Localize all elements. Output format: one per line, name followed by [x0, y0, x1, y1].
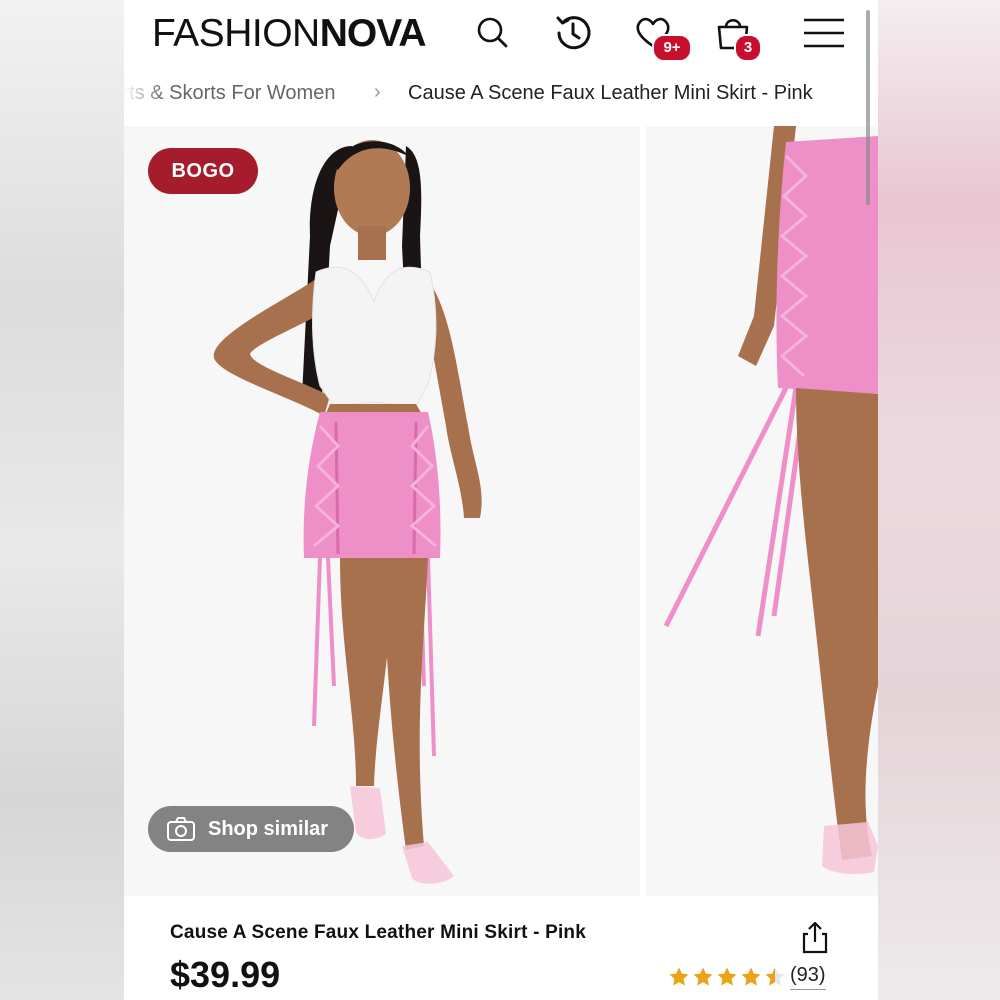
model-illustration — [213, 140, 482, 884]
product-info: Cause A Scene Faux Leather Mini Skirt - … — [124, 896, 878, 1000]
product-price: $39.99 — [170, 954, 281, 995]
product-title: Cause A Scene Faux Leather Mini Skirt - … — [170, 922, 587, 943]
star-icon — [717, 967, 737, 986]
reviews-count-link[interactable]: (93) — [790, 964, 826, 990]
star-icon — [669, 967, 689, 986]
search-icon[interactable] — [470, 10, 516, 56]
logo-text-fashion: FASHION — [152, 12, 320, 55]
blurred-background-left — [0, 0, 124, 1000]
blurred-background-right — [878, 0, 1000, 1000]
recently-viewed-icon[interactable] — [550, 10, 596, 56]
top-header: FASHIONNOVA 9+ 3 — [124, 0, 878, 70]
skirt-detail-illustration — [663, 126, 878, 874]
product-image-secondary[interactable] — [646, 126, 878, 896]
logo-text-nova: NOVA — [319, 12, 427, 55]
camera-icon — [167, 817, 195, 841]
share-icon[interactable] — [800, 920, 830, 954]
scrollbar[interactable] — [866, 10, 870, 205]
wishlist-count-badge: 9+ — [652, 34, 692, 62]
cart-count-badge: 3 — [734, 34, 762, 62]
brand-logo[interactable]: FASHIONNOVA — [152, 14, 426, 54]
product-image-main[interactable]: BOGO Shop similar — [124, 126, 640, 896]
breadcrumb-current: Cause A Scene Faux Leather Mini Skirt - … — [408, 82, 813, 104]
breadcrumb: irts & Skorts For Women › Cause A Scene … — [124, 82, 878, 112]
hamburger-menu-icon[interactable] — [800, 10, 848, 56]
rating-stars[interactable] — [668, 966, 788, 988]
shop-similar-label: Shop similar — [208, 817, 329, 840]
breadcrumb-fade — [124, 82, 164, 112]
star-icon — [765, 967, 785, 986]
breadcrumb-chevron-icon: › — [374, 82, 381, 103]
star-icon — [741, 967, 761, 986]
star-icon — [693, 967, 713, 986]
shop-similar-button[interactable]: Shop similar — [148, 806, 354, 852]
product-page: FASHIONNOVA 9+ 3 irts & Skorts For Women… — [124, 0, 878, 1000]
bogo-badge: BOGO — [148, 148, 258, 194]
